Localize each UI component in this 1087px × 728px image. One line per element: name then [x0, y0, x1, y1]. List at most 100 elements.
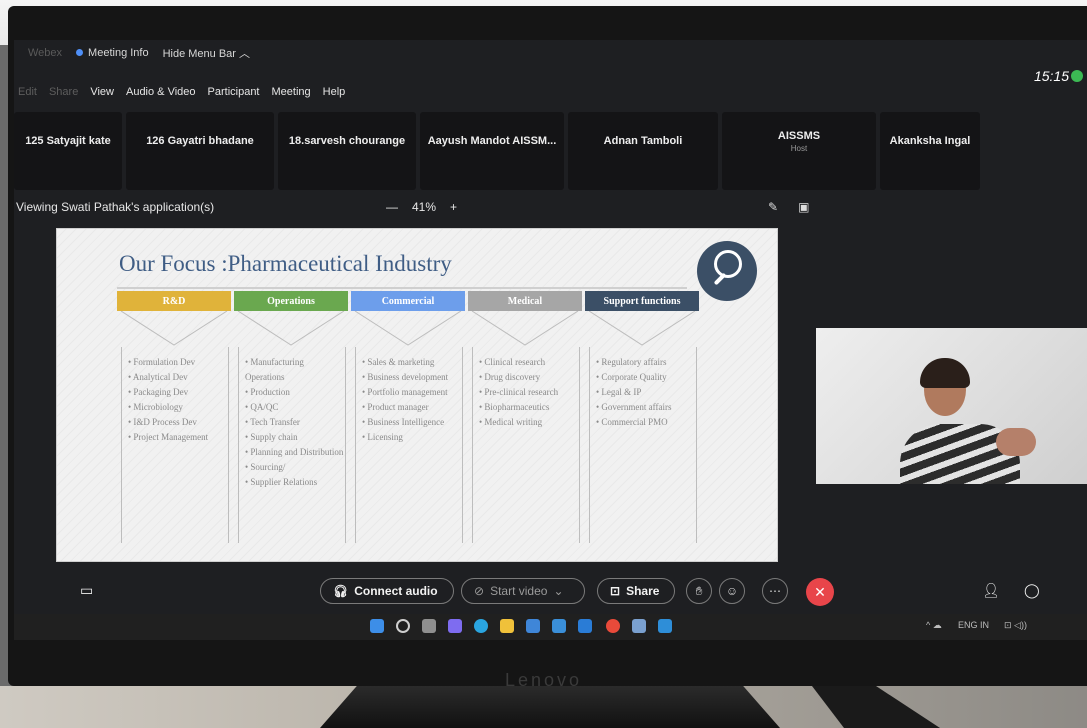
- menu-share[interactable]: Share: [49, 86, 78, 104]
- column-header: R&D: [117, 291, 231, 311]
- network-volume-icons[interactable]: ⊡ ◁)): [1004, 620, 1027, 631]
- focus-column: Support functions Regulatory affairsCorp…: [585, 291, 699, 543]
- participant-tile[interactable]: AISSMS Host: [722, 112, 876, 190]
- file-explorer-icon[interactable]: [500, 619, 514, 633]
- reactions-icon[interactable]: ☺: [719, 578, 745, 604]
- annotate-icon[interactable]: ✎: [768, 200, 778, 214]
- focus-column: Commercial Sales & marketingBusiness dev…: [351, 291, 465, 543]
- title-bar: Webex Meeting Info Hide Menu Bar ︿: [28, 42, 250, 64]
- connect-audio-label: Connect audio: [354, 584, 438, 598]
- language-indicator[interactable]: ENG IN: [958, 620, 989, 630]
- hand-raise-icon[interactable]: ✋︎: [686, 578, 712, 604]
- meeting-info-button[interactable]: Meeting Info: [76, 47, 149, 59]
- close-icon: ✕: [814, 583, 826, 600]
- list-item: Business development: [362, 370, 462, 385]
- leave-meeting-button[interactable]: ✕: [806, 578, 834, 606]
- list-item: Licensing: [362, 430, 462, 445]
- participant-tile[interactable]: 125 Satyajit kate: [14, 112, 122, 190]
- participant-tile[interactable]: Akanksha Ingal: [880, 112, 980, 190]
- column-header: Commercial: [351, 291, 465, 311]
- screen-options-icon[interactable]: ▣: [798, 200, 809, 214]
- chat-app-icon[interactable]: [448, 619, 462, 633]
- list-item: Product manager: [362, 400, 462, 415]
- list-item: Medical writing: [479, 415, 579, 430]
- edge-icon[interactable]: [474, 619, 488, 633]
- magnifier-icon: [697, 241, 757, 301]
- menu-participant[interactable]: Participant: [208, 86, 260, 104]
- participant-name: Aayush Mandot AISSM...: [427, 135, 557, 147]
- menu-meeting[interactable]: Meeting: [272, 86, 311, 104]
- word-icon[interactable]: [632, 619, 646, 633]
- column-body: Manufacturing OperationsProductionQA/QCT…: [238, 347, 346, 543]
- list-item: Project Management: [128, 430, 228, 445]
- share-icon: ⊡: [610, 584, 621, 598]
- chevron-icon: [471, 310, 579, 346]
- start-icon[interactable]: [370, 619, 384, 633]
- list-item: I&D Process Dev: [128, 415, 228, 430]
- webex-taskbar-icon[interactable]: [578, 619, 592, 633]
- presenter-hair: [920, 358, 970, 388]
- meeting-info-label: Meeting Info: [88, 47, 149, 59]
- store-icon[interactable]: [526, 619, 540, 633]
- mail-icon[interactable]: [552, 619, 566, 633]
- monitor-stand: [320, 686, 780, 728]
- hide-menu-bar-button[interactable]: Hide Menu Bar ︿: [163, 45, 250, 61]
- presenter-hand: [996, 428, 1036, 456]
- participants-icon[interactable]: 👤︎: [982, 582, 1000, 599]
- chrome-icon[interactable]: [606, 619, 620, 633]
- more-options-icon[interactable]: ⋯: [762, 578, 788, 604]
- info-dot-icon: [76, 49, 84, 56]
- list-item: Business Intelligence: [362, 415, 462, 430]
- participant-tile[interactable]: 126 Gayatri bhadane: [126, 112, 274, 190]
- list-item: Legal & IP: [596, 385, 696, 400]
- tray-icons[interactable]: ^ ☁: [926, 620, 942, 631]
- chat-icon[interactable]: ◯: [1024, 582, 1040, 599]
- host-badge: Host: [790, 143, 808, 153]
- search-icon[interactable]: [396, 619, 410, 633]
- captions-icon[interactable]: ▭: [80, 582, 93, 599]
- clock: 15:15: [1033, 68, 1069, 84]
- participant-tile[interactable]: 18.sarvesh chourange: [278, 112, 416, 190]
- lenovo-logo: Lenovo: [504, 670, 583, 690]
- participant-name: Akanksha Ingal: [889, 135, 971, 147]
- view-tools: ✎ ▣: [768, 200, 809, 214]
- start-video-label: Start video: [490, 584, 548, 598]
- list-item: QA/QC: [245, 400, 345, 415]
- start-video-button[interactable]: ⊘ Start video ⌄: [461, 578, 585, 604]
- list-item: Pre-clinical research: [479, 385, 579, 400]
- menu-audio-video[interactable]: Audio & Video: [126, 86, 196, 104]
- chevron-icon: [237, 310, 345, 346]
- connect-audio-button[interactable]: 🎧︎ Connect audio: [320, 578, 454, 604]
- zoom-control: — 41% +: [386, 200, 457, 214]
- monitor-stand-shadow: [812, 686, 940, 728]
- list-item: Formulation Dev: [128, 355, 228, 370]
- list-item: Manufacturing Operations: [245, 355, 345, 385]
- task-view-icon[interactable]: [422, 619, 436, 633]
- focus-column: R&D Formulation DevAnalytical DevPackagi…: [117, 291, 231, 543]
- share-label: Share: [626, 584, 660, 598]
- share-button[interactable]: ⊡ Share: [597, 578, 675, 604]
- video-off-icon: ⊘: [474, 584, 485, 598]
- menu-edit[interactable]: Edit: [18, 86, 37, 104]
- list-item: Regulatory affairs: [596, 355, 696, 370]
- participant-name: 125 Satyajit kate: [25, 135, 111, 147]
- column-list: Manufacturing OperationsProductionQA/QCT…: [239, 347, 345, 490]
- taskbar: ^ ☁ ENG IN ⊡ ◁)): [14, 614, 1087, 640]
- presenter-video[interactable]: [816, 328, 1087, 484]
- menu-help[interactable]: Help: [323, 86, 346, 104]
- chevron-icon: [588, 310, 696, 346]
- audio-icon: 🎧︎: [333, 584, 349, 598]
- list-item: Microbiology: [128, 400, 228, 415]
- participant-tile[interactable]: Aayush Mandot AISSM...: [420, 112, 564, 190]
- zoom-out-button[interactable]: —: [386, 200, 398, 214]
- list-item: Production: [245, 385, 345, 400]
- participant-name: Adnan Tamboli: [603, 135, 683, 147]
- list-item: Packaging Dev: [128, 385, 228, 400]
- participant-tile[interactable]: Adnan Tamboli: [568, 112, 718, 190]
- focus-column: Medical Clinical researchDrug discoveryP…: [468, 291, 582, 543]
- menu-view[interactable]: View: [90, 86, 114, 104]
- photos-icon[interactable]: [658, 619, 672, 633]
- zoom-level: 41%: [412, 200, 437, 214]
- chevron-icon: [354, 310, 462, 346]
- zoom-in-button[interactable]: +: [450, 200, 457, 214]
